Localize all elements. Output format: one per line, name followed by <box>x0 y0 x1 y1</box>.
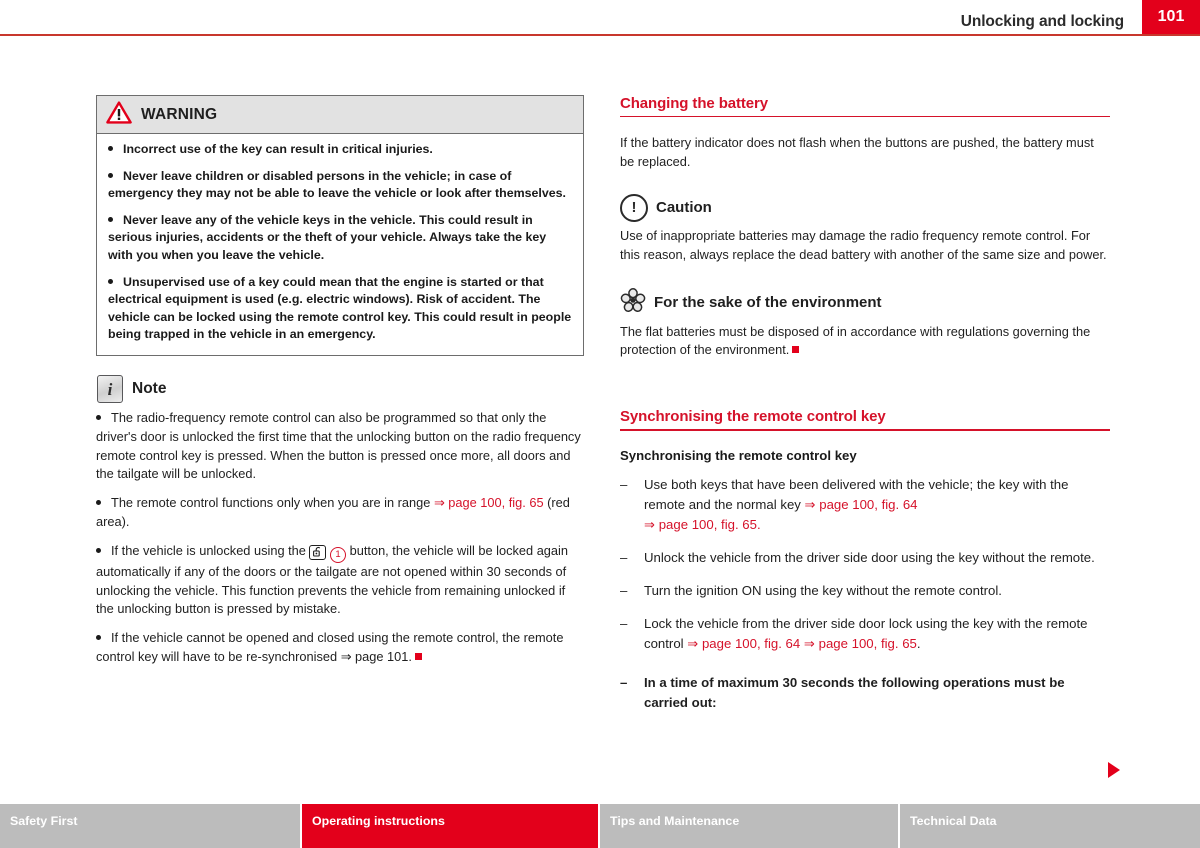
caution-label: Caution <box>656 199 712 217</box>
end-of-section-marker <box>414 653 422 661</box>
note-item: If the vehicle is unlocked using the 1 b… <box>96 542 584 619</box>
dash-bullet-icon: – <box>620 615 628 631</box>
sync-step-text-tail: . <box>916 635 921 651</box>
environment-label: For the sake of the environment <box>654 293 882 311</box>
page-header: Unlocking and locking 101 <box>0 0 1200 36</box>
dash-bullet-icon: – <box>620 549 628 565</box>
footer-tab-bar: Safety First Operating instructions Tips… <box>0 804 1200 848</box>
flower-environment-icon <box>620 287 646 318</box>
sync-subtitle: Synchronising the remote control key <box>620 447 857 463</box>
section-heading-sync: Synchronising the remote control key <box>620 408 886 426</box>
warning-triangle-icon <box>106 100 132 129</box>
warning-item-text: Unsupervised use of a key could mean tha… <box>108 274 572 342</box>
cross-reference-link[interactable]: ⇒ page 100, fig. 64 <box>687 636 800 651</box>
bullet-icon <box>96 635 101 641</box>
end-of-section-marker <box>792 346 800 354</box>
footer-tab-safety-first[interactable]: Safety First <box>0 804 302 848</box>
unlock-key-icon <box>309 544 327 560</box>
sync-step-text: In a time of maximum 30 seconds the foll… <box>644 675 1065 711</box>
warning-box: WARNING Incorrect use of the key can res… <box>96 95 584 357</box>
warning-item-text: Never leave children or disabled persons… <box>108 168 566 201</box>
bullet-icon <box>108 278 113 284</box>
section-heading-rule <box>620 429 1110 431</box>
bullet-icon <box>108 216 113 222</box>
warning-item: Never leave children or disabled persons… <box>108 168 572 203</box>
sync-step: – In a time of maximum 30 seconds the fol… <box>620 673 1110 713</box>
callout-number-1-icon: 1 <box>330 546 347 563</box>
right-column: Changing the battery If the battery indi… <box>620 95 1110 726</box>
warning-item-text: Incorrect use of the key can result in c… <box>123 142 433 156</box>
cross-reference-link[interactable]: ⇒ page 100, fig. 65 <box>804 636 917 651</box>
warning-item: Incorrect use of the key can result in c… <box>108 141 572 159</box>
dash-bullet-icon: – <box>620 675 628 690</box>
note-item: The radio-frequency remote control can a… <box>96 409 584 484</box>
sync-step-text: Turn the ignition ON using the key witho… <box>644 582 1002 598</box>
note-item: The remote control functions only when y… <box>96 494 584 532</box>
battery-intro-paragraph: If the battery indicator does not flash … <box>620 135 1094 170</box>
bullet-icon <box>96 547 101 553</box>
sync-step: – Lock the vehicle from the driver side d… <box>620 614 1110 654</box>
footer-tab-operating-instructions[interactable]: Operating instructions <box>302 804 600 848</box>
sync-step: – Use both keys that have been delivered … <box>620 475 1110 535</box>
bullet-icon <box>108 172 113 178</box>
footer-tab-technical-data[interactable]: Technical Data <box>900 804 1200 848</box>
bullet-icon <box>108 146 113 151</box>
left-column: WARNING Incorrect use of the key can res… <box>96 95 584 667</box>
cross-reference-link[interactable]: ⇒ page 100, fig. 65 <box>644 517 757 532</box>
sync-step: – Turn the ignition ON using the key with… <box>620 581 1110 601</box>
sync-step-text: Unlock the vehicle from the driver side … <box>644 549 1095 565</box>
caution-text: Use of inappropriate batteries may damag… <box>620 227 1107 262</box>
note-item-text: If the vehicle cannot be opened and clos… <box>96 630 564 665</box>
dash-bullet-icon: – <box>620 476 628 492</box>
section-heading-battery: Changing the battery <box>620 95 769 112</box>
bullet-icon <box>96 500 101 506</box>
cross-reference-text[interactable]: ⇒ page 101. <box>341 649 412 664</box>
note-item-text: The remote control functions only when y… <box>111 495 434 511</box>
warning-item: Unsupervised use of a key could mean tha… <box>108 274 572 344</box>
note-item: If the vehicle cannot be opened and clos… <box>96 629 584 667</box>
page-number: 101 <box>1157 8 1185 25</box>
note-item-text: If the vehicle is unlocked using the <box>111 542 310 558</box>
sync-step-text-tail: . <box>756 516 761 532</box>
warning-box-header: WARNING <box>97 96 583 134</box>
next-page-arrow-icon[interactable] <box>1108 762 1120 778</box>
warning-item-text: Never leave any of the vehicle keys in t… <box>108 212 547 263</box>
caution-block-header: ! Caution <box>620 193 1110 222</box>
dash-bullet-icon: – <box>620 582 628 598</box>
info-note-icon: i <box>97 375 123 404</box>
environment-text-body: The flat batteries must be disposed of i… <box>620 323 1091 358</box>
note-label: Note <box>132 380 167 398</box>
page-title: Unlocking and locking <box>960 13 1124 30</box>
environment-text: The flat batteries must be disposed of i… <box>620 323 1110 361</box>
note-block-header: i Note <box>97 375 584 404</box>
warning-label: WARNING <box>141 105 218 123</box>
page-number-badge: 101 <box>1142 0 1200 34</box>
header-divider <box>0 34 1200 36</box>
sync-step: – Unlock the vehicle from the driver side… <box>620 548 1110 568</box>
sync-steps-list: – Use both keys that have been delivered … <box>620 475 1110 714</box>
cross-reference-link[interactable]: ⇒ page 100, fig. 65 <box>434 495 544 510</box>
cross-reference-link[interactable]: ⇒ page 100, fig. 64 <box>805 497 918 512</box>
environment-block-header: For the sake of the environment <box>620 287 1110 318</box>
section-heading-rule <box>620 116 1110 118</box>
footer-tab-tips-and-maintenance[interactable]: Tips and Maintenance <box>600 804 900 848</box>
bullet-icon <box>96 415 101 421</box>
note-item-text: The radio-frequency remote control can a… <box>96 410 581 482</box>
warning-item: Never leave any of the vehicle keys in t… <box>108 212 572 265</box>
warning-box-body: Incorrect use of the key can result in c… <box>97 134 583 355</box>
caution-exclamation-icon: ! <box>620 193 648 222</box>
